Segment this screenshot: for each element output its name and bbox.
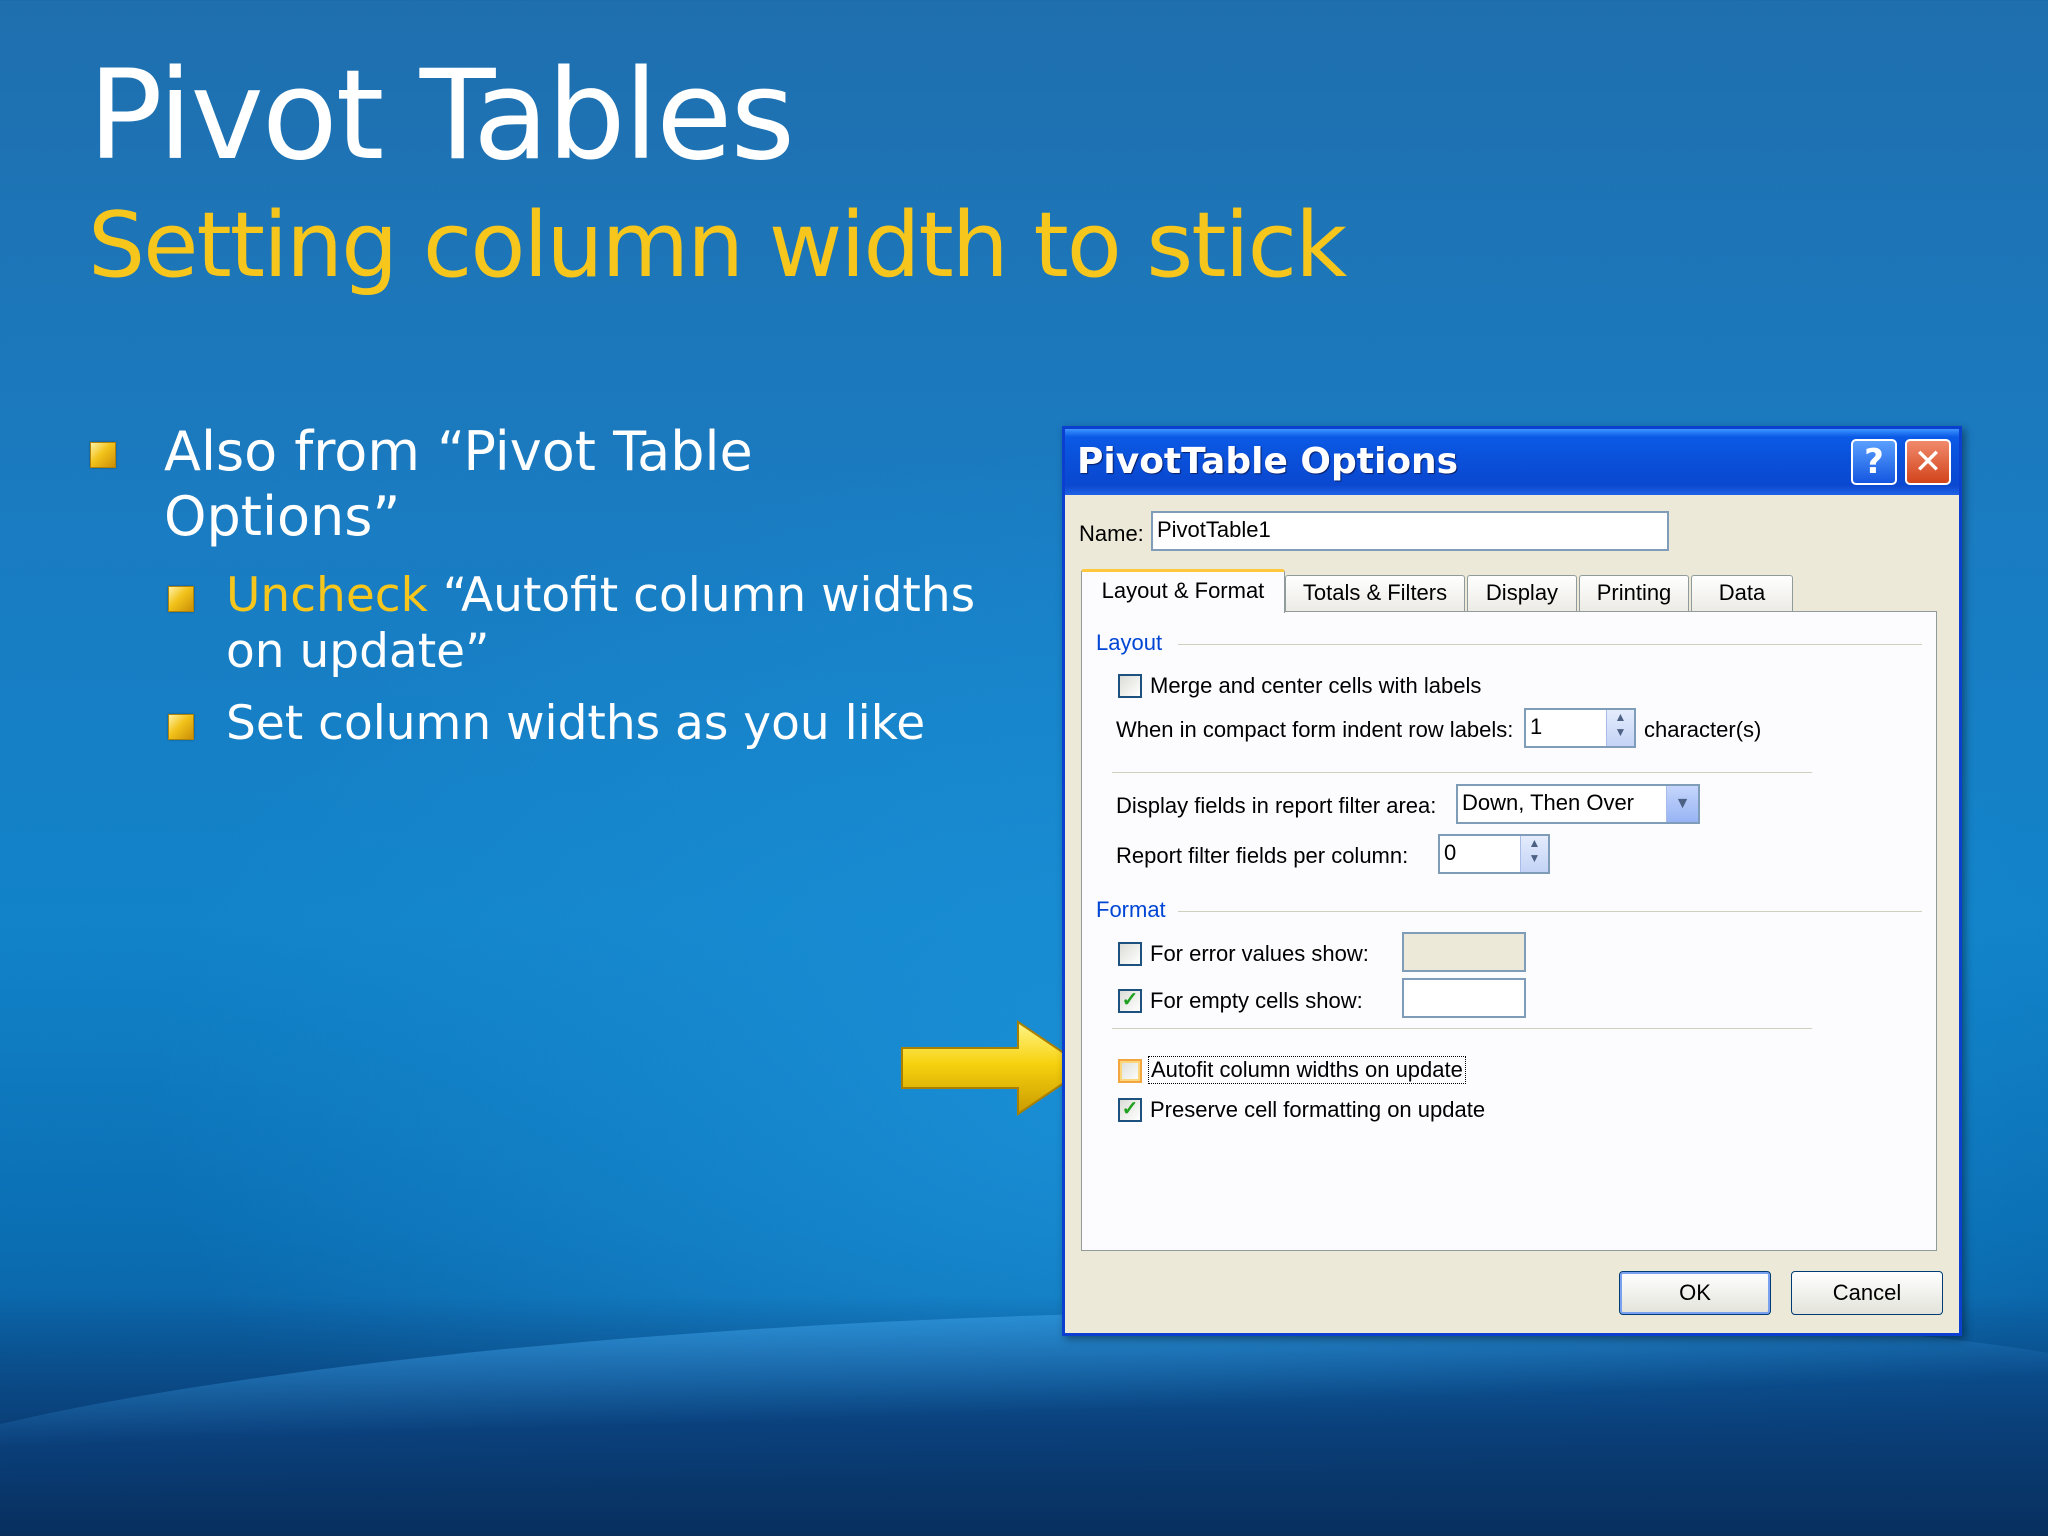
bullet-square-icon [168,714,194,741]
indent-value: 1 [1530,714,1543,739]
error-values-input[interactable] [1402,932,1526,972]
bullet-text-continued: on update” [226,623,490,679]
filter-fields-per-column-label: Report filter fields per column: [1116,843,1409,868]
pivottable-options-dialog: PivotTable Options ? ✕ Name: PivotTable1… [1062,426,1962,1336]
filter-fields-per-column-input[interactable]: 0 ▲ ▼ [1438,834,1550,874]
spin-up-icon[interactable]: ▲ [1521,836,1548,851]
cancel-button[interactable]: Cancel [1791,1271,1943,1315]
empty-cells-label: For empty cells show: [1150,988,1363,1013]
ok-button[interactable]: OK [1619,1271,1771,1315]
bullet-item: Also from “Pivot Table Options” [88,420,988,550]
close-icon[interactable]: ✕ [1905,439,1951,485]
error-values-checkbox[interactable] [1118,942,1142,966]
format-group-heading: Format [1096,897,1166,922]
spin-down-icon[interactable]: ▼ [1521,851,1548,866]
preserve-formatting-checkbox[interactable]: ✓ [1118,1098,1142,1122]
slide-title: Pivot Tables [88,44,795,188]
merge-center-label: Merge and center cells with labels [1150,673,1482,698]
chevron-down-icon[interactable]: ▼ [1666,786,1698,822]
group-divider [1178,911,1922,912]
tab-printing[interactable]: Printing [1579,575,1689,611]
display-fields-value: Down, Then Over [1462,790,1635,815]
bullet-square-icon [168,585,194,612]
bullet-square-icon [90,442,116,468]
indent-row-labels-label: When in compact form indent row labels: [1116,717,1514,742]
error-values-label: For error values show: [1150,941,1369,966]
tab-strip: Layout & Format Totals & Filters Display… [1081,569,1943,613]
layout-format-panel: Layout Merge and center cells with label… [1081,611,1937,1251]
name-label: Name: [1079,521,1144,546]
bullet-highlight-text: Uncheck [226,567,428,623]
filter-fields-spinner[interactable]: ▲ ▼ [1520,836,1548,872]
spin-up-icon[interactable]: ▲ [1607,710,1634,725]
group-divider [1178,644,1922,645]
display-fields-select[interactable]: Down, Then Over ▼ [1456,784,1700,824]
spin-down-icon[interactable]: ▼ [1607,725,1634,740]
filter-fields-value: 0 [1444,840,1457,865]
group-divider [1112,772,1812,773]
preserve-formatting-label: Preserve cell formatting on update [1150,1097,1486,1122]
indent-unit-label: character(s) [1644,717,1762,742]
group-divider [1112,1028,1812,1029]
sub-bullet-item: Uncheck “Autofit column widths on update… [88,568,988,681]
merge-center-checkbox[interactable] [1118,674,1142,698]
bullet-text: Set column widths as you like [226,696,926,752]
dialog-titlebar[interactable]: PivotTable Options ? ✕ [1065,429,1959,495]
autofit-column-widths-checkbox[interactable] [1118,1059,1142,1083]
tab-data[interactable]: Data [1691,575,1793,611]
bullet-text: “Autofit column widths [427,567,976,623]
name-input[interactable]: PivotTable1 [1151,511,1669,551]
display-fields-label: Display fields in report filter area: [1116,793,1437,818]
bullet-text: Also from “Pivot Table Options” [164,420,753,548]
tab-layout-format[interactable]: Layout & Format [1081,569,1285,613]
indent-row-labels-input[interactable]: 1 ▲ ▼ [1524,708,1636,748]
empty-cells-input[interactable] [1402,978,1526,1018]
help-icon[interactable]: ? [1851,439,1897,485]
bullet-list: Also from “Pivot Table Options” Uncheck … [88,420,988,753]
sub-bullet-item: Set column widths as you like [88,696,988,752]
tab-display[interactable]: Display [1467,575,1577,611]
indent-spinner[interactable]: ▲ ▼ [1606,710,1634,746]
slide-subtitle: Setting column width to stick [88,193,1347,298]
autofit-column-widths-label: Autofit column widths on update [1148,1056,1466,1084]
dialog-title: PivotTable Options [1077,441,1459,482]
empty-cells-checkbox[interactable]: ✓ [1118,989,1142,1013]
tab-totals-filters[interactable]: Totals & Filters [1285,575,1465,611]
layout-group-heading: Layout [1096,630,1163,655]
